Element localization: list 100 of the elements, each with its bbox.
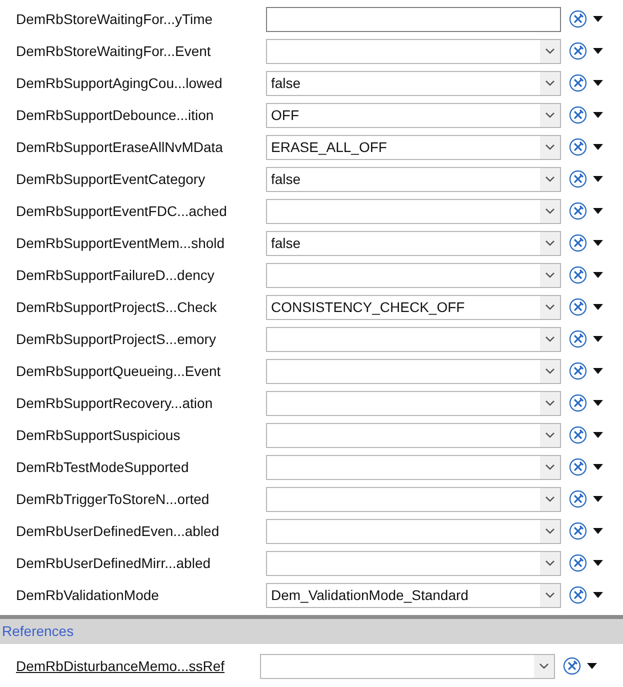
dropdown-arrow-icon[interactable]	[593, 48, 603, 54]
selected-value: false	[270, 74, 302, 92]
chevron-down-icon[interactable]	[545, 144, 555, 150]
chevron-down-icon[interactable]	[545, 208, 555, 214]
dropdown-field[interactable]	[266, 198, 561, 224]
parameter-label: DemRbStoreWaitingFor...yTime	[15, 10, 214, 29]
parameter-label: DemRbSupportFailureD...dency	[15, 266, 216, 285]
dropdown-arrow-icon[interactable]	[593, 16, 603, 22]
dropdown-field[interactable]	[266, 358, 561, 384]
chevron-down-icon[interactable]	[545, 560, 555, 566]
dropdown-arrow-icon[interactable]	[593, 240, 603, 246]
section-header: References	[1, 622, 74, 641]
tool-icon[interactable]	[569, 554, 587, 572]
dropdown-field[interactable]	[266, 422, 561, 448]
dropdown-arrow-icon[interactable]	[593, 304, 603, 310]
parameter-label: DemRbSupportProjectS...emory	[15, 330, 217, 349]
parameter-label: DemRbSupportEraseAllNvMData	[15, 138, 224, 157]
dropdown-field[interactable]	[266, 454, 561, 480]
tool-icon[interactable]	[569, 522, 587, 540]
chevron-down-icon[interactable]	[545, 240, 555, 246]
tool-icon[interactable]	[569, 42, 587, 60]
dropdown-arrow-icon[interactable]	[593, 112, 603, 118]
dropdown-arrow-icon[interactable]	[593, 496, 603, 502]
parameter-label: DemRbUserDefinedMirr...abled	[15, 554, 212, 572]
dropdown-arrow-icon[interactable]	[593, 432, 603, 438]
tool-icon[interactable]	[569, 586, 587, 604]
chevron-down-icon[interactable]	[545, 80, 555, 86]
dropdown-arrow-icon[interactable]	[593, 528, 603, 534]
parameter-label: DemRbUserDefinedEven...abled	[15, 522, 220, 540]
tool-icon[interactable]	[569, 298, 587, 316]
dropdown-arrow-icon[interactable]	[593, 560, 603, 566]
tool-icon[interactable]	[569, 394, 587, 412]
dropdown-field[interactable]: OFF	[266, 102, 561, 128]
dropdown-field[interactable]	[266, 38, 561, 64]
tool-icon[interactable]	[563, 657, 581, 675]
chevron-down-icon[interactable]	[545, 592, 555, 598]
chevron-down-icon[interactable]	[545, 336, 555, 342]
selected-value: OFF	[270, 106, 300, 124]
tool-icon[interactable]	[569, 10, 587, 28]
dropdown-arrow-icon[interactable]	[593, 176, 603, 182]
parameter-label: DemRbTestModeSupported	[15, 458, 190, 477]
chevron-down-icon[interactable]	[545, 400, 555, 406]
chevron-down-icon[interactable]	[545, 368, 555, 374]
dropdown-field[interactable]	[266, 550, 561, 576]
dropdown-field[interactable]	[266, 326, 561, 352]
tool-icon[interactable]	[569, 234, 587, 252]
chevron-down-icon[interactable]	[545, 48, 555, 54]
dropdown-arrow-icon[interactable]	[593, 592, 603, 598]
dropdown-arrow-icon[interactable]	[587, 663, 597, 669]
chevron-down-icon[interactable]	[545, 528, 555, 534]
input-field[interactable]	[266, 6, 561, 32]
parameter-label: DemRbSupportEventCategory	[15, 170, 206, 189]
dropdown-field[interactable]	[266, 518, 561, 544]
chevron-down-icon[interactable]	[545, 272, 555, 278]
tool-icon[interactable]	[569, 266, 587, 284]
dropdown-field[interactable]: false	[266, 166, 561, 192]
tool-icon[interactable]	[569, 458, 587, 476]
dropdown-field[interactable]	[266, 262, 561, 288]
parameter-label: DemRbSupportDebounce...ition	[15, 106, 215, 125]
dropdown-arrow-icon[interactable]	[593, 80, 603, 86]
tool-icon[interactable]	[569, 170, 587, 188]
dropdown-field[interactable]	[260, 654, 555, 678]
tool-icon[interactable]	[569, 106, 587, 124]
parameter-label: DemRbStoreWaitingFor...Event	[15, 42, 212, 61]
parameter-label: DemRbSupportProjectS...Check	[15, 298, 218, 317]
dropdown-field[interactable]: false	[266, 70, 561, 96]
dropdown-arrow-icon[interactable]	[593, 464, 603, 470]
dropdown-arrow-icon[interactable]	[593, 400, 603, 406]
tool-icon[interactable]	[569, 362, 587, 380]
tool-icon[interactable]	[569, 202, 587, 220]
chevron-down-icon[interactable]	[545, 464, 555, 470]
chevron-down-icon[interactable]	[545, 176, 555, 182]
selected-value: Dem_ValidationMode_Standard	[270, 586, 470, 605]
parameter-label: DemRbSupportRecovery...ation	[15, 394, 214, 413]
tool-icon[interactable]	[569, 490, 587, 508]
tool-icon[interactable]	[569, 330, 587, 348]
chevron-down-icon[interactable]	[545, 496, 555, 502]
tool-icon[interactable]	[569, 138, 587, 156]
dropdown-field[interactable]: CONSISTENCY_CHECK_OFF	[266, 294, 561, 320]
parameter-label: DemRbValidationMode	[15, 586, 160, 604]
tool-icon[interactable]	[569, 426, 587, 444]
chevron-down-icon[interactable]	[539, 663, 549, 669]
dropdown-field[interactable]	[266, 390, 561, 416]
dropdown-field[interactable]	[266, 486, 561, 512]
dropdown-field[interactable]: false	[266, 230, 561, 256]
tool-icon[interactable]	[569, 74, 587, 92]
reference-link[interactable]: DemRbDisturbanceMemo...ssRef	[0, 656, 260, 676]
chevron-down-icon[interactable]	[545, 112, 555, 118]
dropdown-field[interactable]: Dem_ValidationMode_Standard	[266, 582, 561, 608]
chevron-down-icon[interactable]	[545, 304, 555, 310]
dropdown-arrow-icon[interactable]	[593, 208, 603, 214]
chevron-down-icon[interactable]	[545, 432, 555, 438]
parameter-label: DemRbSupportEventFDC...ached	[15, 202, 228, 221]
dropdown-arrow-icon[interactable]	[593, 368, 603, 374]
parameter-label: DemRbSupportQueueing...Event	[15, 362, 222, 381]
dropdown-arrow-icon[interactable]	[593, 336, 603, 342]
parameter-label: DemRbSupportEventMem...shold	[15, 234, 226, 253]
dropdown-arrow-icon[interactable]	[593, 144, 603, 150]
dropdown-field[interactable]: ERASE_ALL_OFF	[266, 134, 561, 160]
dropdown-arrow-icon[interactable]	[593, 272, 603, 278]
